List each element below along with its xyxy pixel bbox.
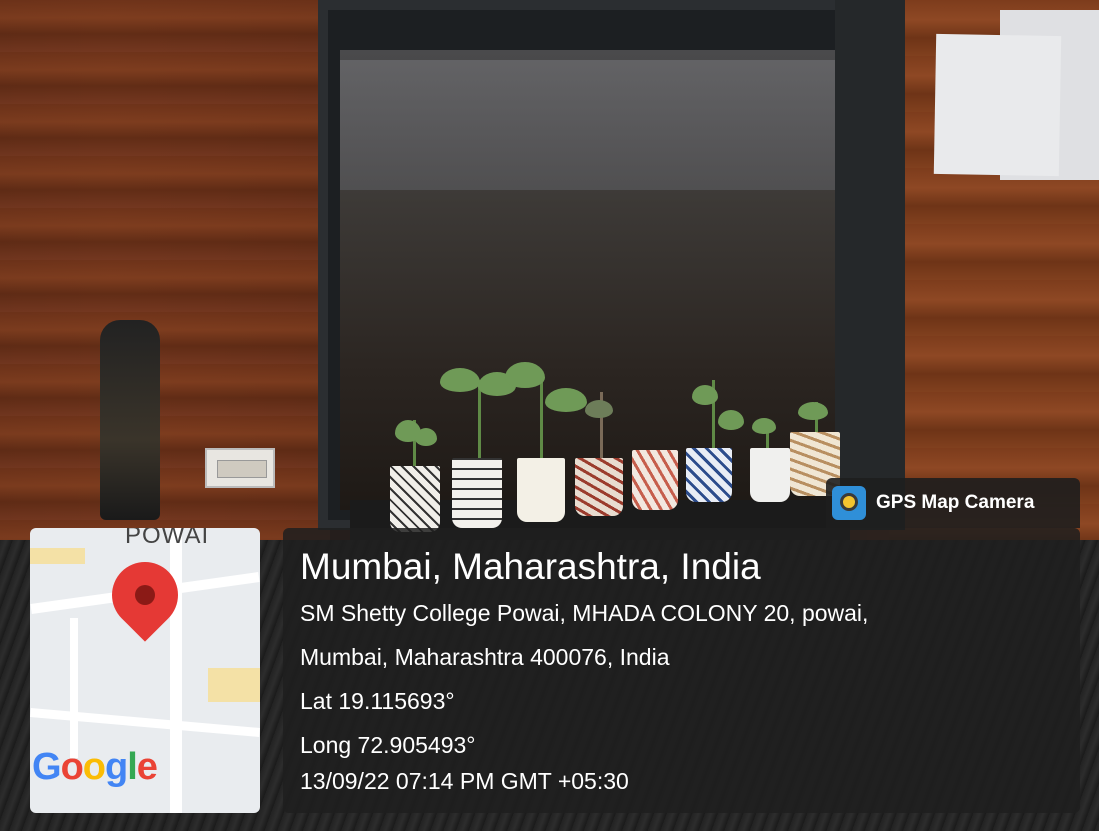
address-line-1: SM Shetty College Powai, MHADA COLONY 20…	[300, 600, 869, 626]
mini-map: POWAI Google	[30, 528, 260, 813]
photo-scene: GPS Map Camera POWAI Google Mumbai, Maha…	[0, 0, 1099, 831]
timestamp: 13/09/22 07:14 PM GMT +05:30	[300, 768, 629, 794]
map-area-label: POWAI	[125, 528, 210, 549]
umbrella	[100, 320, 160, 520]
address-line-2: Mumbai, Maharashtra 400076, India	[300, 644, 670, 670]
gps-map-camera-icon	[832, 486, 866, 520]
frosted-glass-band	[340, 60, 860, 190]
notice-paper	[933, 33, 1062, 177]
longitude: Long 72.905493°	[300, 732, 476, 758]
stone-pillar	[835, 0, 905, 530]
latitude: Lat 19.115693°	[300, 688, 455, 714]
wall-switch	[205, 448, 275, 488]
gps-map-camera-badge: GPS Map Camera	[826, 478, 1080, 528]
location-title: Mumbai, Maharashtra, India	[300, 546, 761, 587]
badge-label: GPS Map Camera	[876, 492, 1035, 513]
google-logo: Google	[32, 746, 158, 788]
